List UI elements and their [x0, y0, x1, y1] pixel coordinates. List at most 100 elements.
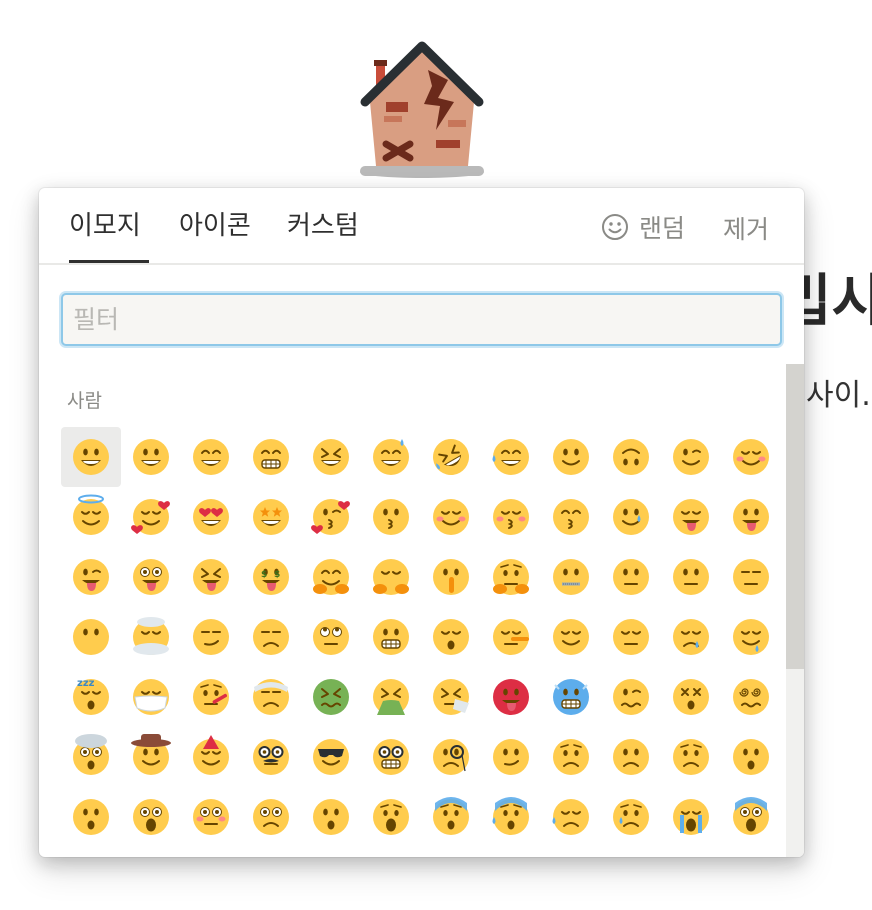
neutral-icon	[673, 559, 709, 595]
emoji-mask[interactable]	[121, 667, 181, 727]
emoji-raised-eyebrow[interactable]	[601, 547, 661, 607]
emoji-rofl[interactable]	[421, 427, 481, 487]
random-button[interactable]: 랜덤	[601, 210, 685, 244]
emoji-pensive[interactable]	[601, 607, 661, 667]
emoji-upside-down[interactable]	[601, 427, 661, 487]
emoji-nerd[interactable]	[361, 727, 421, 787]
emoji-blush[interactable]	[721, 427, 781, 487]
tab-emoji[interactable]: 이모지	[69, 208, 149, 263]
heart-eyes-icon	[193, 499, 229, 535]
emoji-slightly-frowning[interactable]	[601, 727, 661, 787]
emoji-flushed[interactable]	[181, 787, 241, 847]
emoji-relaxed[interactable]	[421, 487, 481, 547]
emoji-smiley[interactable]	[121, 427, 181, 487]
emoji-cry[interactable]	[601, 787, 661, 847]
emoji-anguished[interactable]	[361, 787, 421, 847]
emoji-exploding-head[interactable]	[61, 727, 121, 787]
emoji-monocle[interactable]	[421, 727, 481, 787]
emoji-tongue[interactable]	[721, 487, 781, 547]
emoji-grimacing[interactable]	[361, 607, 421, 667]
emoji-joy[interactable]	[481, 427, 541, 487]
emoji-pleading[interactable]	[241, 787, 301, 847]
emoji-hot[interactable]	[481, 667, 541, 727]
emoji-tear-smile[interactable]	[601, 487, 661, 547]
emoji-wink[interactable]	[661, 427, 721, 487]
emoji-no-mouth[interactable]	[61, 607, 121, 667]
emoji-slightly-smiling[interactable]	[541, 427, 601, 487]
emoji-kissing-closed-eyes[interactable]	[481, 487, 541, 547]
emoji-spiral-eyes[interactable]	[721, 667, 781, 727]
emoji-heart-eyes[interactable]	[181, 487, 241, 547]
emoji-relieved[interactable]	[541, 607, 601, 667]
emoji-smiling-hearts[interactable]	[121, 487, 181, 547]
emoji-confused[interactable]	[481, 727, 541, 787]
emoji-expressionless[interactable]	[721, 547, 781, 607]
drooling-icon	[733, 619, 769, 655]
emoji-sunglasses[interactable]	[301, 727, 361, 787]
emoji-yum[interactable]	[661, 487, 721, 547]
emoji-vomiting[interactable]	[361, 667, 421, 727]
emoji-innocent[interactable]	[61, 487, 121, 547]
emoji-scream[interactable]	[721, 787, 781, 847]
emoji-drooling[interactable]	[721, 607, 781, 667]
emoji-zipper-mouth[interactable]	[541, 547, 601, 607]
emoji-open-mouth[interactable]	[721, 727, 781, 787]
nerd-icon	[373, 739, 409, 775]
emoji-cold[interactable]	[541, 667, 601, 727]
emoji-shushing[interactable]	[421, 547, 481, 607]
picker-tab-bar: 이모지 아이콘 커스텀 랜덤 제거	[39, 188, 804, 265]
emoji-exhaling[interactable]	[421, 607, 481, 667]
filter-input[interactable]	[63, 295, 780, 344]
emoji-nauseated[interactable]	[301, 667, 361, 727]
emoji-woozy[interactable]	[601, 667, 661, 727]
filter-field[interactable]	[61, 293, 782, 346]
emoji-zany[interactable]	[121, 547, 181, 607]
emoji-lying[interactable]	[481, 607, 541, 667]
emoji-kissing[interactable]	[361, 487, 421, 547]
emoji-cold-sweat[interactable]	[481, 787, 541, 847]
emoji-hugging[interactable]	[301, 547, 361, 607]
emoji-dizzy[interactable]	[661, 667, 721, 727]
emoji-winking-tongue[interactable]	[61, 547, 121, 607]
emoji-fearful[interactable]	[421, 787, 481, 847]
page-icon[interactable]	[356, 40, 488, 182]
emoji-frowning-open[interactable]	[301, 787, 361, 847]
emoji-sneezing[interactable]	[421, 667, 481, 727]
emoji-money-mouth[interactable]: $ $	[241, 547, 301, 607]
remove-button[interactable]: 제거	[723, 210, 769, 244]
emoji-neutral[interactable]	[661, 547, 721, 607]
emoji-squinting-tongue[interactable]	[181, 547, 241, 607]
innocent-icon	[73, 494, 109, 535]
emoji-hushed[interactable]	[61, 787, 121, 847]
emoji-face-in-clouds[interactable]	[121, 607, 181, 667]
emoji-grin[interactable]	[241, 427, 301, 487]
tab-custom[interactable]: 커스텀	[287, 208, 359, 263]
emoji-sweat-smile[interactable]	[361, 427, 421, 487]
emoji-kissing-smiling-eyes[interactable]	[541, 487, 601, 547]
emoji-head-bandage[interactable]	[241, 667, 301, 727]
emoji-thermometer[interactable]	[181, 667, 241, 727]
emoji-astonished[interactable]	[121, 787, 181, 847]
emoji-sob[interactable]	[661, 787, 721, 847]
emoji-cowboy[interactable]	[121, 727, 181, 787]
emoji-frowning[interactable]	[661, 727, 721, 787]
tab-icons[interactable]: 아이콘	[179, 208, 251, 263]
emoji-smile[interactable]	[181, 427, 241, 487]
emoji-thinking[interactable]	[481, 547, 541, 607]
emoji-kissing-heart[interactable]	[301, 487, 361, 547]
emoji-disappointed-relieved[interactable]	[541, 787, 601, 847]
emoji-hand-over-mouth[interactable]	[361, 547, 421, 607]
emoji-rolling-eyes[interactable]	[301, 607, 361, 667]
emoji-smirk[interactable]	[181, 607, 241, 667]
emoji-sleeping[interactable]: zzz	[61, 667, 121, 727]
emoji-partying[interactable]	[181, 727, 241, 787]
emoji-sleepy[interactable]	[661, 607, 721, 667]
emoji-unamused[interactable]	[241, 607, 301, 667]
emoji-disguised[interactable]	[241, 727, 301, 787]
scrollbar-thumb[interactable]	[786, 364, 804, 669]
emoji-grinning[interactable]	[61, 427, 121, 487]
emoji-worried[interactable]	[541, 727, 601, 787]
page-body-text[interactable]: 사이.	[806, 370, 871, 414]
emoji-laughing[interactable]	[301, 427, 361, 487]
emoji-star-struck[interactable]	[241, 487, 301, 547]
